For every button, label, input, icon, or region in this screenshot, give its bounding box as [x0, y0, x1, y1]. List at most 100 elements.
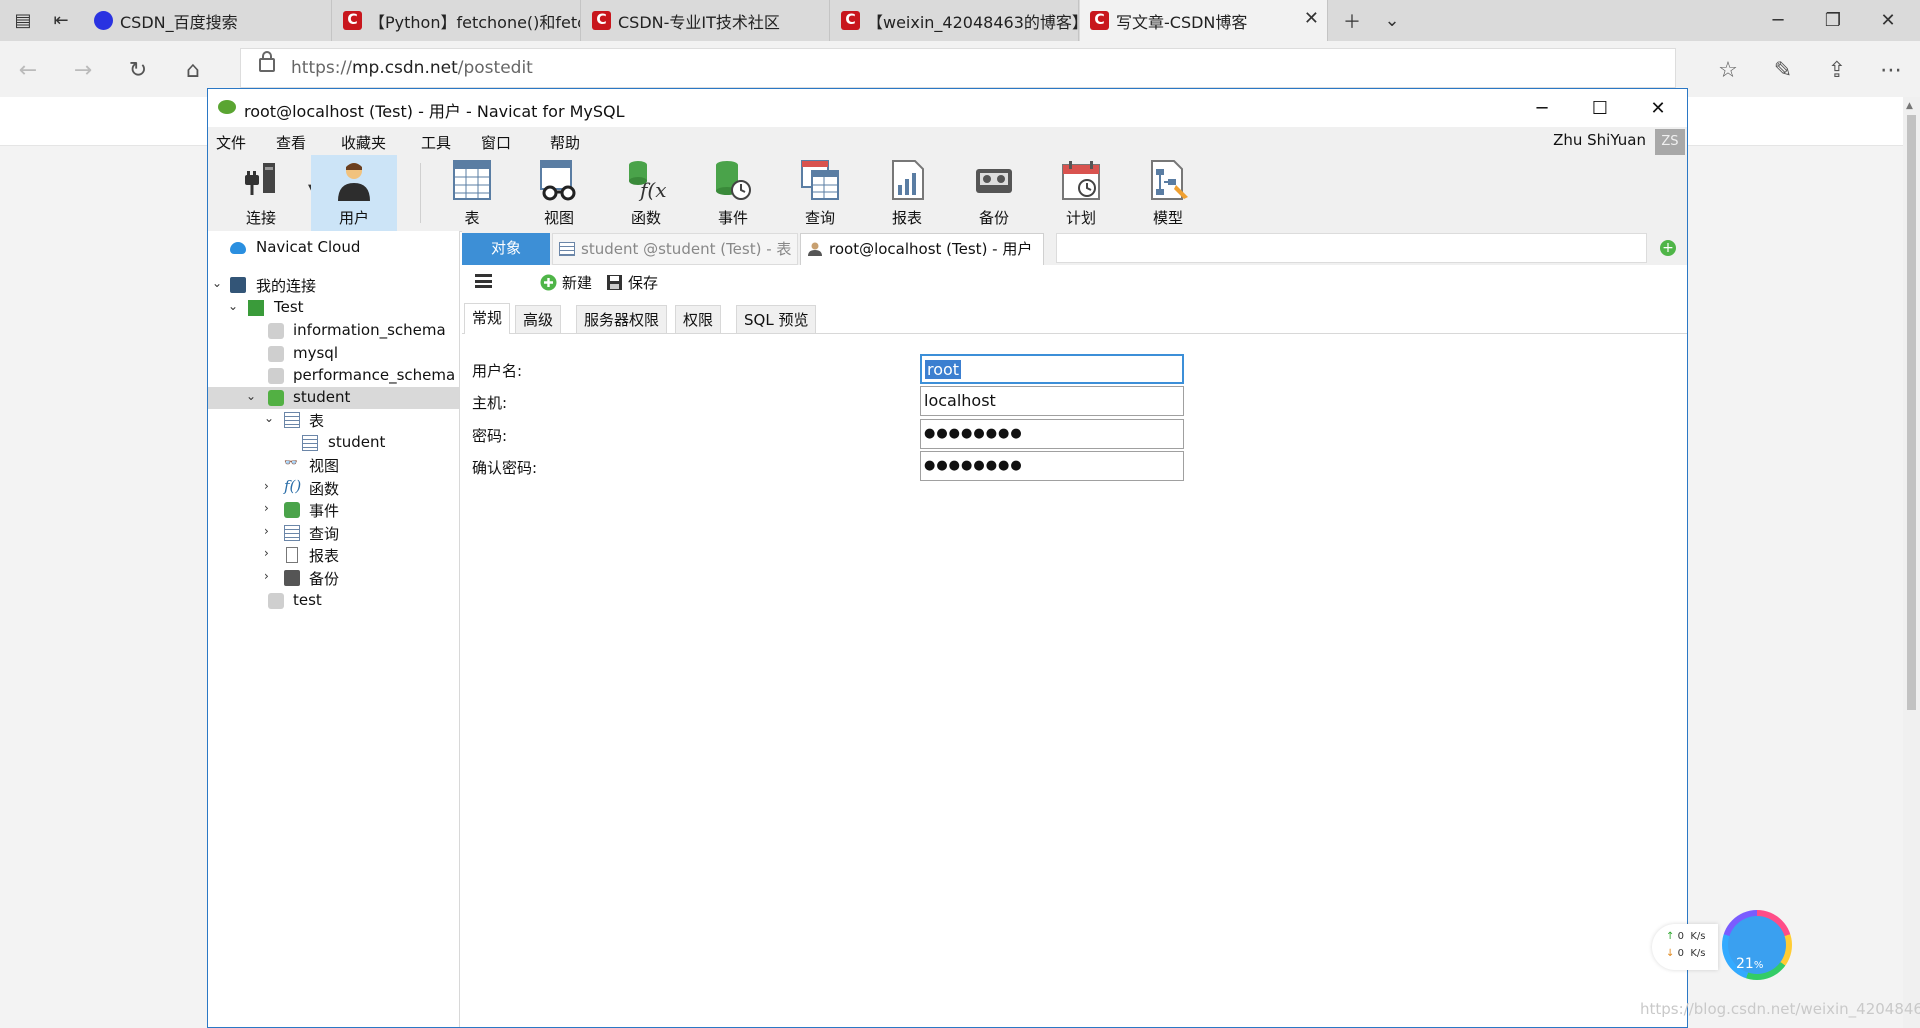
navicat-minimize-icon[interactable]: ─	[1513, 89, 1571, 127]
user-label: 用户	[338, 209, 369, 227]
model-button[interactable]: 模型	[1125, 155, 1211, 231]
menu-window[interactable]: 窗口	[481, 132, 511, 153]
browser-tab-write-article[interactable]: C 写文章-CSDN博客 ✕	[1080, 0, 1328, 41]
user-name[interactable]: Zhu ShiYuan	[1553, 131, 1646, 149]
tab-root-user[interactable]: root@localhost (Test) - 用户	[800, 233, 1044, 265]
report-icon	[286, 547, 298, 563]
tab-advanced[interactable]: 高级	[515, 305, 562, 333]
connect-button[interactable]: ▼ 连接	[218, 155, 316, 231]
scroll-up-icon[interactable]: ▲	[1906, 101, 1913, 111]
hamburger-menu-icon[interactable]	[475, 274, 492, 288]
arrow-down-icon: ↓	[1666, 948, 1675, 959]
menu-tools[interactable]: 工具	[421, 132, 451, 153]
tree-queries[interactable]: › 查询	[208, 522, 459, 544]
glasses-icon: 👓	[284, 456, 298, 469]
chevron-right-icon[interactable]: ›	[264, 546, 269, 560]
tree-reports[interactable]: › 报表	[208, 544, 459, 566]
tree-db-student[interactable]: ⌄ student	[208, 387, 459, 409]
scrollbar-thumb[interactable]	[1907, 115, 1916, 710]
confirm-password-field[interactable]: ●●●●●●●●	[920, 451, 1184, 481]
chevron-right-icon[interactable]: ›	[264, 479, 269, 493]
chevron-down-icon[interactable]: ⌄	[228, 299, 238, 313]
function-button[interactable]: f(x) 函数	[603, 155, 689, 231]
back-icon[interactable]: ←	[13, 55, 43, 85]
tab-preview-chevron-icon[interactable]: ⌄	[1369, 0, 1415, 41]
tab-student-table[interactable]: student @student (Test) - 表	[552, 233, 798, 265]
view-button[interactable]: 视图	[516, 155, 602, 231]
event-button[interactable]: 事件	[690, 155, 776, 231]
tree-db-performance-schema[interactable]: performance_schema	[208, 365, 459, 387]
menu-view[interactable]: 查看	[276, 132, 306, 153]
minimize-icon[interactable]: ─	[1755, 0, 1801, 41]
favorites-star-icon[interactable]: ☆	[1713, 55, 1743, 85]
save-button[interactable]: 保存	[606, 272, 658, 293]
tree-views[interactable]: 👓 视图	[208, 454, 459, 476]
backup-icon	[284, 570, 300, 586]
share-icon[interactable]: ⇪	[1822, 55, 1852, 85]
tree-connection-test[interactable]: ⌄ Test	[208, 297, 459, 319]
tab-server-privileges[interactable]: 服务器权限	[576, 305, 668, 333]
close-window-icon[interactable]: ✕	[1865, 0, 1911, 41]
chevron-down-icon[interactable]: ⌄	[246, 389, 256, 403]
accelerator-ball[interactable]: 21%	[1722, 910, 1792, 980]
browser-tab-weixin[interactable]: C 【weixin_42048463的博客】	[831, 0, 1079, 41]
forward-icon[interactable]: →	[68, 55, 98, 85]
set-aside-tabs-icon[interactable]: ⇤	[38, 0, 84, 41]
tree-tables[interactable]: ⌄ 表	[208, 409, 459, 431]
tab-objects[interactable]: 对象	[462, 233, 550, 265]
tree-db-test[interactable]: test	[208, 590, 459, 612]
tree-label: 表	[309, 412, 325, 430]
chevron-right-icon[interactable]: ›	[264, 569, 269, 583]
svg-text:f(x): f(x)	[638, 178, 666, 201]
password-field[interactable]: ●●●●●●●●	[920, 419, 1184, 449]
chevron-down-icon[interactable]: ⌄	[212, 276, 222, 290]
restore-icon[interactable]: ❐	[1810, 0, 1856, 41]
network-speed-widget[interactable]: ↑ 0 K/s ↓ 0 K/s	[1652, 924, 1718, 970]
database-icon	[268, 593, 284, 609]
pen-icon[interactable]: ✎	[1768, 55, 1798, 85]
tree-backups[interactable]: › 备份	[208, 567, 459, 589]
upload-speed: ↑ 0 K/s	[1666, 931, 1705, 942]
menu-file[interactable]: 文件	[216, 132, 246, 153]
new-button[interactable]: 新建	[540, 272, 592, 293]
csdn-icon: C	[1090, 11, 1109, 30]
report-button[interactable]: 报表	[864, 155, 950, 231]
schedule-button[interactable]: 计划	[1038, 155, 1124, 231]
tree-navicat-cloud[interactable]: Navicat Cloud	[208, 237, 459, 259]
tab-general[interactable]: 常规	[464, 303, 511, 334]
tree-functions[interactable]: › f() 函数	[208, 477, 459, 499]
browser-tab-csdn[interactable]: C CSDN-专业IT技术社区	[582, 0, 830, 41]
chevron-down-icon[interactable]: ⌄	[264, 411, 274, 425]
event-icon	[716, 161, 751, 200]
url-input[interactable]: https://mp.csdn.net/postedit	[240, 48, 1676, 88]
username-field[interactable]: root	[920, 354, 1184, 384]
tree-events[interactable]: › 事件	[208, 499, 459, 521]
backup-button[interactable]: 备份	[951, 155, 1037, 231]
chevron-right-icon[interactable]: ›	[264, 524, 269, 538]
chevron-right-icon[interactable]: ›	[264, 501, 269, 515]
host-field[interactable]: localhost	[920, 386, 1184, 416]
browser-tab-baidu[interactable]: CSDN_百度搜索	[84, 0, 332, 41]
home-icon[interactable]: ⌂	[178, 55, 208, 85]
tab-privileges[interactable]: 权限	[675, 305, 722, 333]
tree-my-connections[interactable]: ⌄ 我的连接	[208, 274, 459, 296]
navicat-close-icon[interactable]: ✕	[1629, 89, 1687, 127]
new-tab-button[interactable]: +	[1649, 233, 1687, 263]
navicat-maximize-icon[interactable]: ☐	[1571, 89, 1629, 127]
tree-db-information-schema[interactable]: information_schema	[208, 320, 459, 342]
menu-help[interactable]: 帮助	[550, 132, 580, 153]
tree-table-student[interactable]: student	[208, 432, 459, 454]
user-button[interactable]: 用户	[311, 155, 397, 231]
page-scrollbar[interactable]: ▲	[1903, 97, 1920, 1028]
browser-tab-python[interactable]: C 【Python】fetchone()和fetc	[333, 0, 581, 41]
refresh-icon[interactable]: ↻	[123, 55, 153, 85]
plug-icon	[245, 163, 275, 195]
menu-favorites[interactable]: 收藏夹	[341, 132, 386, 153]
avatar[interactable]: ZS	[1655, 129, 1685, 155]
tab-sql-preview[interactable]: SQL 预览	[736, 305, 817, 333]
table-button[interactable]: 表	[429, 155, 515, 231]
tree-db-mysql[interactable]: mysql	[208, 343, 459, 365]
close-tab-icon[interactable]: ✕	[1304, 8, 1319, 29]
more-icon[interactable]: ⋯	[1876, 55, 1906, 85]
query-button[interactable]: 查询	[777, 155, 863, 231]
